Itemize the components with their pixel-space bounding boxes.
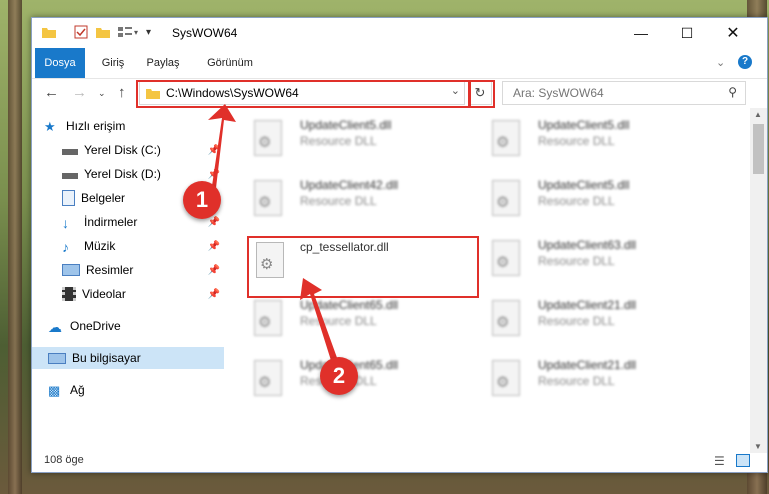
step-2-badge: 2 [320,357,358,395]
arrow-to-address-bar [208,104,236,188]
arrow-to-file [300,278,340,370]
annotation-arrows [208,104,340,370]
step-1-badge: 1 [183,181,221,219]
